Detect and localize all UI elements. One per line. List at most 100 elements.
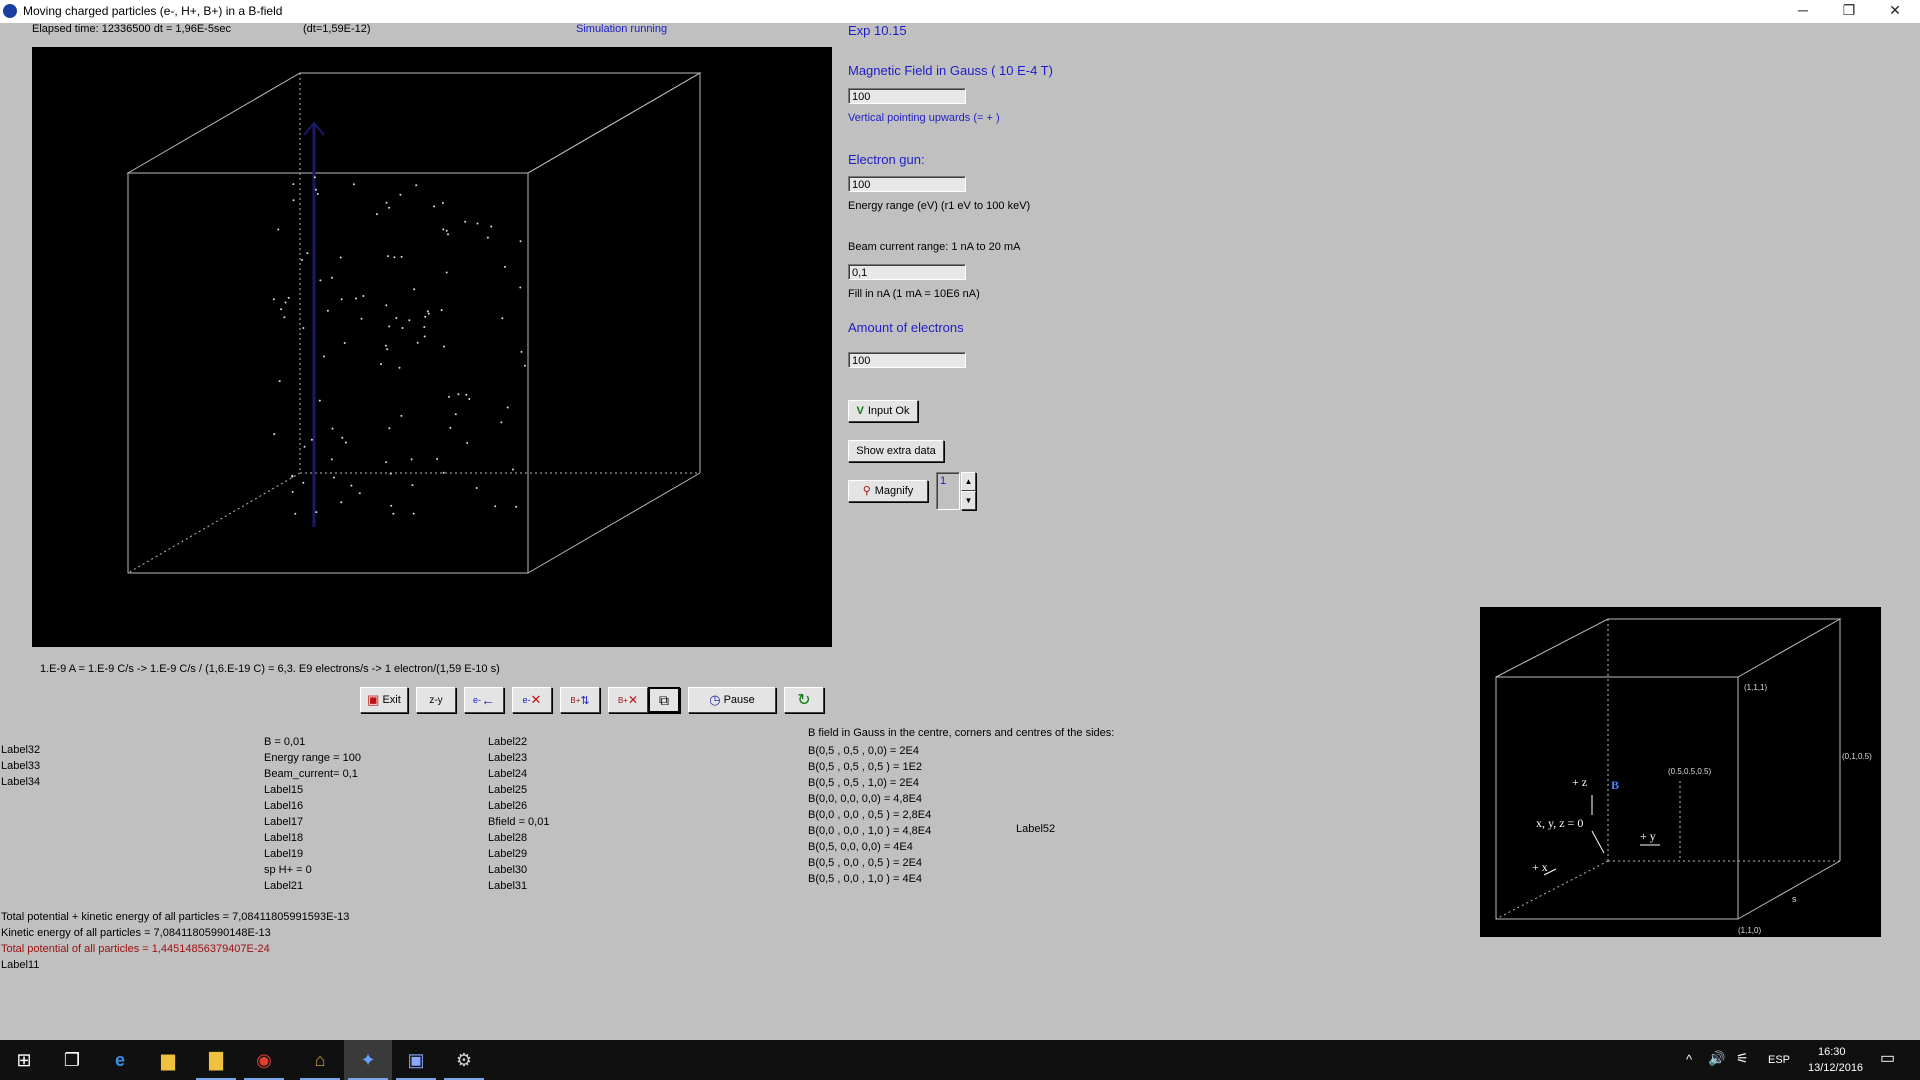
delphi-taskbar-button[interactable]: ▣ <box>392 1040 440 1080</box>
chrome-icon: ◉ <box>256 1049 272 1070</box>
label52: Label52 <box>1016 823 1056 835</box>
particle <box>392 512 395 515</box>
chrome-taskbar-button[interactable]: ◉ <box>240 1040 288 1080</box>
particle <box>291 490 294 493</box>
particle <box>277 228 280 231</box>
particle <box>302 327 305 329</box>
particle <box>475 487 478 489</box>
start-button[interactable]: ⊞ <box>0 1040 48 1080</box>
particle <box>310 438 313 441</box>
tool-taskbar-button[interactable]: ⚙ <box>440 1040 488 1080</box>
particle <box>449 426 452 429</box>
particle <box>490 225 493 228</box>
show-extra-data-button[interactable]: Show extra data <box>848 440 944 462</box>
folder-taskbar-button[interactable]: ▇ <box>192 1040 240 1080</box>
task-view-button[interactable]: ❐ <box>48 1040 96 1080</box>
simulation-taskbar-button[interactable]: ✦ <box>344 1040 392 1080</box>
pause-button[interactable]: ◷ Pause <box>688 687 776 713</box>
exit-button[interactable]: ▣ Exit <box>360 687 408 713</box>
remove-electrons-button[interactable]: e- ✕ <box>512 687 552 713</box>
label-item: Beam_current= 0,1 <box>264 768 358 780</box>
restore-button[interactable]: ❐ <box>1826 0 1872 23</box>
magnify-level-field[interactable]: 1 <box>936 472 960 510</box>
add-ions-button[interactable]: B+ ⇅ <box>560 687 600 713</box>
particle <box>401 327 404 329</box>
magnify-button[interactable]: ⚲ Magnify <box>848 480 928 502</box>
particle <box>292 199 295 202</box>
label-item: B(0,5, 0,0, 0,0) = 4E4 <box>808 841 913 853</box>
chevron-up-icon[interactable]: ^ <box>1686 1052 1692 1067</box>
labels-column-1: Label32 Label33 Label34 <box>1 742 40 790</box>
app-taskbar-button[interactable]: ⌂ <box>296 1040 344 1080</box>
refresh-button[interactable]: ↻ <box>784 687 824 713</box>
formula-text: 1.E-9 A = 1.E-9 C/s -> 1.E-9 C/s / (1,6.… <box>40 663 500 675</box>
particle <box>445 271 448 274</box>
window-toggle-button[interactable]: ⧉ <box>648 687 680 713</box>
particle <box>273 433 276 436</box>
electron-gun-energy-input[interactable]: 100 <box>848 176 966 192</box>
particle <box>384 344 387 347</box>
particle <box>523 364 526 367</box>
volume-icon[interactable]: 🔊 <box>1708 1050 1725 1067</box>
gear-icon: ⚙ <box>455 1049 473 1070</box>
particle <box>291 475 294 478</box>
clock-date[interactable]: 13/12/2016 <box>1808 1062 1863 1074</box>
label-item: Label18 <box>264 832 304 844</box>
notifications-icon[interactable]: ▭ <box>1880 1048 1895 1068</box>
close-button[interactable]: ✕ <box>1872 0 1918 23</box>
particle <box>385 461 388 464</box>
label-item: B = 0,01 <box>264 736 306 748</box>
label-item: Energy range = 100 <box>264 752 361 764</box>
amount-of-electrons-input[interactable]: 100 <box>848 352 966 368</box>
particle <box>398 366 401 369</box>
axis-view-button[interactable]: z-y <box>416 687 456 713</box>
axes-icon: z-y <box>429 694 443 706</box>
window-title: Moving charged particles (e-, H+, B+) in… <box>23 4 283 18</box>
pause-label: Pause <box>723 694 755 706</box>
axes-reference-view: (1,1,1) (0,1,0.5) (0.5,0.5,0.5) + z B x,… <box>1480 607 1881 937</box>
cube-edge <box>527 72 701 174</box>
particle <box>375 213 378 216</box>
particle <box>411 484 414 487</box>
spin-down-button[interactable]: ▼ <box>961 491 976 510</box>
particle <box>512 468 514 471</box>
particle <box>360 317 363 320</box>
energy-range-label: Energy range (eV) (r1 eV to 100 keV) <box>848 200 1031 212</box>
clock-time[interactable]: 16:30 <box>1818 1046 1846 1058</box>
label11: Label11 <box>1 959 40 971</box>
network-icon[interactable]: ⚟ <box>1736 1050 1749 1067</box>
electron-label: e- <box>522 695 531 705</box>
edge-taskbar-button[interactable]: e <box>96 1040 144 1080</box>
particle <box>313 176 316 179</box>
explorer-taskbar-button[interactable]: ▆ <box>144 1040 192 1080</box>
particle <box>440 309 443 312</box>
simulation-view[interactable] <box>32 47 832 647</box>
arrow-down-icon: ▼ <box>964 496 973 505</box>
x-axis <box>1591 830 1605 854</box>
particle <box>519 240 522 243</box>
particle <box>385 304 388 307</box>
label-item: Label34 <box>1 776 41 788</box>
particle <box>390 504 393 507</box>
elapsed-time: Elapsed time: 12336500 dt = 1,96E-5sec <box>32 23 232 35</box>
center-label: (0.5,0.5,0.5) <box>1668 767 1711 776</box>
beam-current-input[interactable]: 0,1 <box>848 264 966 280</box>
windows-icon: ⧉ <box>659 691 669 708</box>
minimize-button[interactable]: ─ <box>1780 0 1826 23</box>
spin-up-button[interactable]: ▲ <box>961 472 976 491</box>
particle <box>388 206 391 209</box>
particle-app-icon: ✦ <box>360 1049 376 1070</box>
particle <box>280 308 283 311</box>
electron-left-button[interactable]: e- ← <box>464 687 504 713</box>
particle <box>315 511 318 514</box>
remove-ions-button[interactable]: B+ ✕ <box>608 687 648 713</box>
particle <box>340 501 343 504</box>
input-ok-button[interactable]: V Input Ok <box>848 400 918 422</box>
label-item: sp H+ = 0 <box>264 864 312 876</box>
label-item: B(0,0 , 0,0 , 0,5 ) = 2,8E4 <box>808 809 932 821</box>
language-indicator[interactable]: ESP <box>1768 1054 1790 1066</box>
particle <box>520 350 523 353</box>
corner-label: (0,1,0.5) <box>1842 752 1872 761</box>
magnetic-field-input[interactable]: 100 <box>848 88 966 104</box>
label-item: Label15 <box>264 784 304 796</box>
